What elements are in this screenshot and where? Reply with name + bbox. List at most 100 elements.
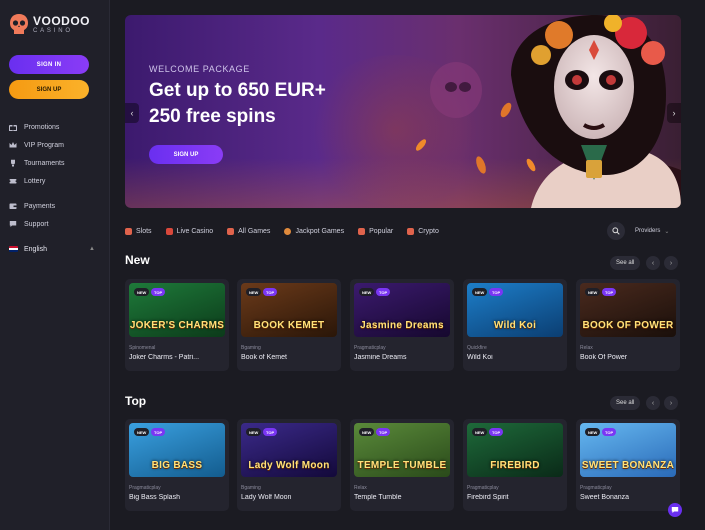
game-thumbnail[interactable]: BOOK OF POWER NEW TOP xyxy=(580,283,676,337)
chevron-left-icon: ‹ xyxy=(651,399,655,407)
new-badge: NEW xyxy=(472,288,488,296)
new-prev-button[interactable]: ‹ xyxy=(646,256,660,270)
promo-banner[interactable]: WELCOME PACKAGE Get up to 650 EUR+ 250 f… xyxy=(125,15,681,208)
language-label: English xyxy=(24,245,47,253)
game-card[interactable]: TEMPLE TUMBLE NEW TOP Relax Temple Tumble xyxy=(350,419,454,511)
game-thumbnail[interactable]: Jasmine Dreams NEW TOP xyxy=(354,283,450,337)
game-name[interactable]: Book of Kemet xyxy=(241,354,337,361)
banner-sign-up-button[interactable]: SIGN UP xyxy=(149,145,223,164)
chevron-left-icon: ‹ xyxy=(651,259,655,267)
sign-up-button[interactable]: SIGN UP xyxy=(9,80,89,99)
crypto-icon xyxy=(407,227,415,235)
game-name[interactable]: Temple Tumble xyxy=(354,494,450,501)
brand-name: VOODOO xyxy=(33,13,91,28)
chat-icon xyxy=(9,221,17,227)
game-provider: Pragmaticplay xyxy=(580,485,612,491)
game-card[interactable]: Wild Koi NEW TOP Quickfire Wild Koi xyxy=(463,279,567,371)
game-card[interactable]: Lady Wolf Moon NEW TOP Bgaming Lady Wolf Moo… xyxy=(237,419,341,511)
sidebar-item-lottery[interactable]: Lottery xyxy=(9,172,101,190)
crown-icon xyxy=(358,227,366,235)
sidebar-item-label: Promotions xyxy=(24,123,60,131)
section-title-new: New xyxy=(125,253,150,267)
gift-icon xyxy=(9,125,17,131)
game-card[interactable]: BOOK OF POWER NEW TOP Relax Book Of Power xyxy=(576,279,680,371)
game-card[interactable]: FIREBIRD NEW TOP Pragmaticplay Firebird Spir… xyxy=(463,419,567,511)
game-provider: Pragmaticplay xyxy=(467,485,499,491)
nav-divider xyxy=(9,190,101,197)
sidebar-item-promotions[interactable]: Promotions xyxy=(9,118,101,136)
category-jackpot-games[interactable]: Jackpot Games xyxy=(284,227,345,235)
game-provider: Relax xyxy=(354,485,367,491)
chevron-right-icon: › xyxy=(672,108,676,118)
language-selector[interactable]: English ▲ xyxy=(9,240,101,258)
game-thumbnail[interactable]: Wild Koi NEW TOP xyxy=(467,283,563,337)
top-badge: TOP xyxy=(263,428,278,436)
sidebar-item-label: Payments xyxy=(24,202,56,210)
game-thumbnail[interactable]: TEMPLE TUMBLE NEW TOP xyxy=(354,423,450,477)
game-card[interactable]: Jasmine Dreams NEW TOP Pragmaticplay Jasmine… xyxy=(350,279,454,371)
all-games-icon xyxy=(227,227,235,235)
section-title-top: Top xyxy=(125,394,147,408)
chevron-up-icon: ▲ xyxy=(89,246,95,252)
sidebar-item-vip[interactable]: VIP Program xyxy=(9,136,101,154)
sidebar-item-support[interactable]: Support xyxy=(9,215,101,233)
brand-logo[interactable]: VOODOO CASINO xyxy=(9,13,90,35)
game-thumbnail[interactable]: Lady Wolf Moon NEW TOP xyxy=(241,423,337,477)
game-provider: Pragmaticplay xyxy=(129,485,161,491)
providers-label: Providers xyxy=(635,228,661,234)
game-name[interactable]: Big Bass Splash xyxy=(129,494,225,501)
providers-dropdown[interactable]: Providers ⌄ xyxy=(635,222,669,240)
sidebar-item-label: Support xyxy=(24,220,49,228)
game-name[interactable]: Wild Koi xyxy=(467,354,563,361)
live-casino-icon xyxy=(165,227,173,235)
game-thumbnail[interactable]: JOKER'S CHARMS NEW TOP xyxy=(129,283,225,337)
game-provider: Relax xyxy=(580,345,593,351)
category-label: Crypto xyxy=(418,227,439,235)
banner-prev-arrow[interactable]: ‹ xyxy=(125,103,139,123)
chevron-down-icon: ⌄ xyxy=(664,228,670,235)
game-provider: Quickfire xyxy=(467,345,487,351)
category-crypto[interactable]: Crypto xyxy=(407,227,439,235)
game-card[interactable]: JOKER'S CHARMS NEW TOP Spinomenal Joker Char… xyxy=(125,279,229,371)
category-all-games[interactable]: All Games xyxy=(227,227,270,235)
game-name[interactable]: Jasmine Dreams xyxy=(354,354,450,361)
game-art-title: Wild Koi xyxy=(493,320,537,331)
new-next-button[interactable]: › xyxy=(664,256,678,270)
game-card[interactable]: SWEET BONANZA NEW TOP Pragmaticplay Sweet Bo… xyxy=(576,419,680,511)
top-badge: TOP xyxy=(151,288,166,296)
top-next-button[interactable]: › xyxy=(664,396,678,410)
category-slots[interactable]: Slots xyxy=(125,227,152,235)
game-name[interactable]: Joker Charms - Patri... xyxy=(129,354,225,361)
game-card[interactable]: BOOK KEMET NEW TOP Bgaming Book of Kemet xyxy=(237,279,341,371)
game-name[interactable]: Firebird Spirit xyxy=(467,494,563,501)
banner-subtitle: WELCOME PACKAGE xyxy=(149,64,250,74)
see-all-top-button[interactable]: See all xyxy=(610,396,641,410)
top-badge: TOP xyxy=(602,428,617,436)
sign-in-button[interactable]: SIGN IN xyxy=(9,55,89,74)
new-badge: NEW xyxy=(134,288,150,296)
sidebar-item-tournaments[interactable]: Tournaments xyxy=(9,154,101,172)
game-thumbnail[interactable]: BOOK KEMET NEW TOP xyxy=(241,283,337,337)
sidebar-item-payments[interactable]: Payments xyxy=(9,197,101,215)
calavera-woman-illustration xyxy=(415,15,681,208)
game-thumbnail[interactable]: FIREBIRD NEW TOP xyxy=(467,423,563,477)
sidebar-nav: Promotions VIP Program Tournaments Lotte… xyxy=(9,118,101,258)
category-live-casino[interactable]: Live Casino xyxy=(165,227,213,235)
category-popular[interactable]: Popular xyxy=(358,227,393,235)
new-badge: NEW xyxy=(246,428,262,436)
game-thumbnail[interactable]: SWEET BONANZA NEW TOP xyxy=(580,423,676,477)
category-label: Jackpot Games xyxy=(295,227,345,235)
top-prev-button[interactable]: ‹ xyxy=(646,396,660,410)
live-chat-button[interactable] xyxy=(668,503,682,517)
banner-next-arrow[interactable]: › xyxy=(667,103,681,123)
game-name[interactable]: Sweet Bonanza xyxy=(580,494,676,501)
game-name[interactable]: Lady Wolf Moon xyxy=(241,494,337,501)
game-provider: Bgaming xyxy=(241,345,261,351)
jackpot-icon xyxy=(284,227,292,235)
new-badge: NEW xyxy=(585,428,601,436)
game-card[interactable]: BIG BASS NEW TOP Pragmaticplay Big Bass Spla… xyxy=(125,419,229,511)
game-thumbnail[interactable]: BIG BASS NEW TOP xyxy=(129,423,225,477)
see-all-new-button[interactable]: See all xyxy=(610,256,641,270)
game-name[interactable]: Book Of Power xyxy=(580,354,676,361)
search-button[interactable] xyxy=(607,222,625,240)
